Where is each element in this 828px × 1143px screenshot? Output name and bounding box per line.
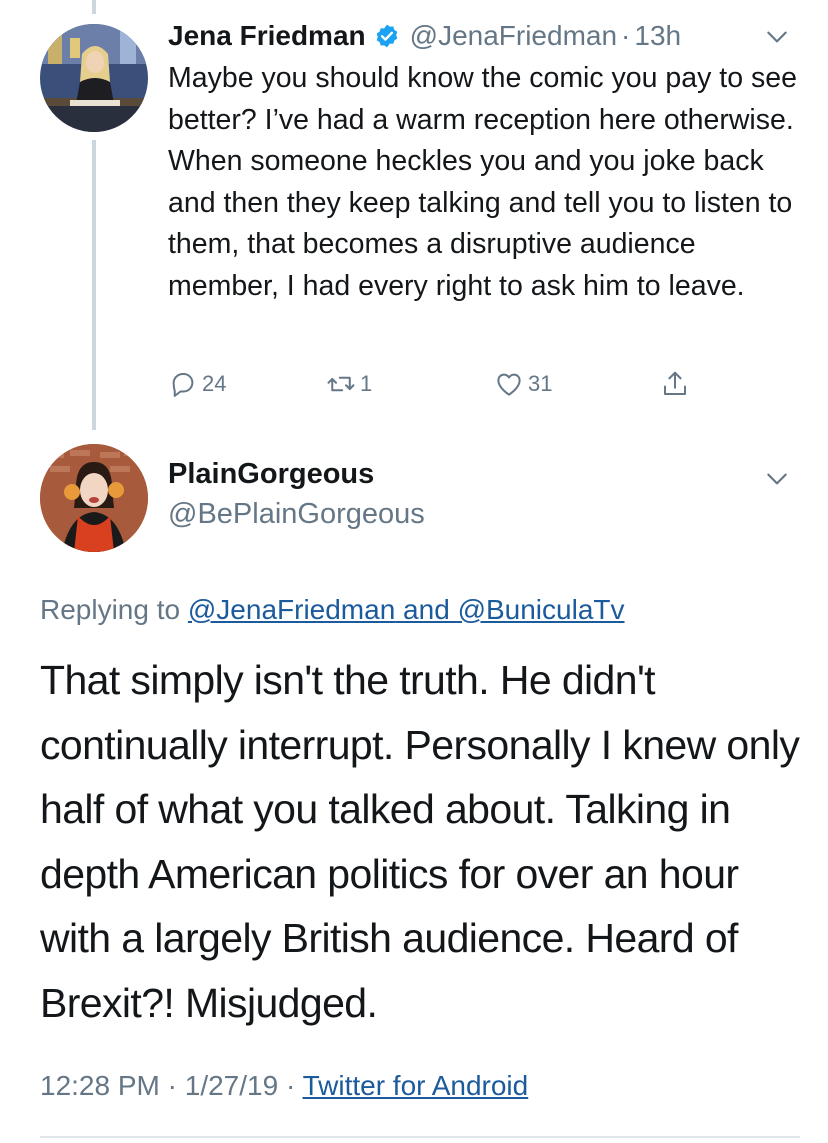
thread-line-top	[92, 0, 96, 14]
retweet-icon	[327, 376, 355, 392]
verified-badge-icon	[374, 23, 400, 49]
tweet1-author-handle[interactable]: @JenaFriedman	[410, 20, 617, 52]
tweet1-action-bar: 24 1 31	[168, 362, 708, 406]
replying-prefix: Replying to	[40, 594, 188, 625]
avatar-image	[40, 444, 148, 552]
chevron-down-icon[interactable]	[764, 24, 790, 50]
mention-link-jenafriedman[interactable]: @JenaFriedman	[188, 594, 395, 625]
replying-and[interactable]: and	[395, 594, 457, 625]
tweet2-author-name[interactable]: PlainGorgeous	[168, 458, 374, 491]
tweet2-meta: 12:28 PM · 1/27/19 · Twitter for Android	[40, 1070, 528, 1102]
like-button[interactable]: 31	[494, 362, 552, 406]
avatar-plaingorgeous[interactable]	[40, 444, 148, 552]
like-count: 31	[528, 371, 553, 396]
share-button[interactable]	[660, 362, 690, 406]
replying-to: Replying to @JenaFriedman and @BuniculaT…	[40, 594, 625, 626]
divider	[40, 1136, 800, 1138]
tweet2-time: 12:28 PM	[40, 1070, 160, 1101]
tweet1-text: Maybe you should know the comic you pay …	[168, 62, 797, 302]
meta-separator: ·	[278, 1070, 303, 1101]
meta-separator: ·	[159, 1070, 185, 1101]
tweet-source-link[interactable]: Twitter for Android	[303, 1070, 529, 1101]
tweet2-date: 1/27/19	[184, 1070, 279, 1101]
reply-button[interactable]: 24	[168, 362, 226, 406]
chevron-down-icon[interactable]	[764, 466, 790, 492]
retweet-count: 1	[360, 371, 373, 396]
mention-link-buniculatv[interactable]: @BuniculaTv	[458, 594, 625, 625]
like-icon	[497, 373, 521, 396]
tweet2-text: That simply isn't the truth. He didn't c…	[40, 657, 800, 1026]
avatar-jena-friedman[interactable]	[40, 24, 148, 132]
share-icon	[664, 371, 686, 395]
avatar-image	[40, 24, 148, 132]
tweet1-dot-separator: ·	[621, 20, 631, 51]
thread-line	[92, 140, 96, 430]
reply-icon	[172, 373, 194, 397]
reply-count: 24	[202, 371, 227, 396]
tweet1-timestamp[interactable]: 13h	[634, 20, 681, 52]
tweet2-author-handle[interactable]: @BePlainGorgeous	[168, 498, 425, 531]
retweet-button[interactable]: 1	[326, 362, 372, 406]
tweet1-author-name[interactable]: Jena Friedman	[168, 20, 366, 52]
tweet1-header: Jena Friedman @JenaFriedman · 13h	[168, 14, 788, 58]
